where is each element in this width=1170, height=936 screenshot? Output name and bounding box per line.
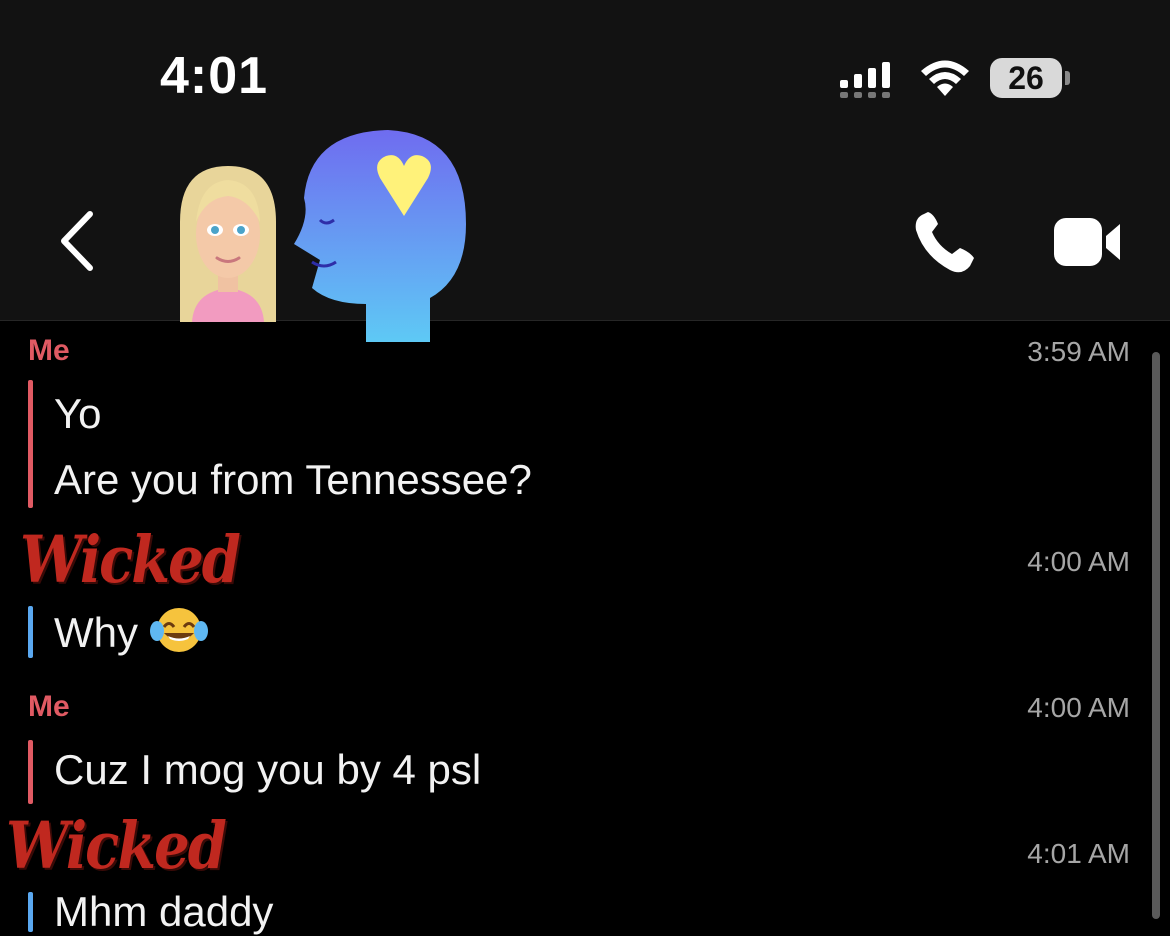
battery-indicator: 26: [990, 58, 1072, 100]
status-time: 4:01: [160, 47, 269, 105]
video-camera-icon[interactable]: [1052, 216, 1124, 268]
message-sender: Wicked: [6, 808, 227, 884]
message-sender: Me: [28, 334, 70, 367]
chat-header: 4:01 26: [0, 0, 1170, 342]
cellular-signal-icon: [840, 62, 890, 98]
face-with-tears-of-joy-icon: [150, 608, 208, 652]
battery-level: 26: [990, 58, 1062, 98]
message-accent-bar: [28, 892, 33, 932]
message-accent-bar: [28, 380, 33, 508]
message-text: Yo: [54, 390, 102, 437]
phone-icon[interactable]: [910, 208, 980, 278]
message-sender: Wicked: [20, 522, 241, 598]
scrollbar[interactable]: [1152, 352, 1160, 919]
message-line: Why: [54, 605, 208, 657]
message-timestamp: 3:59 AM: [1027, 336, 1130, 367]
message-accent-bar: [28, 606, 33, 658]
message-sender: Me: [28, 690, 70, 723]
chevron-left-icon[interactable]: [52, 206, 102, 276]
message-accent-bar: [28, 740, 33, 804]
message-text: Mhm daddy: [54, 888, 274, 935]
message-timestamp: 4:00 AM: [1027, 692, 1130, 723]
message-timestamp: 4:00 AM: [1027, 546, 1130, 577]
message-text: Are you from Tennessee?: [54, 456, 532, 503]
message-text: Cuz I mog you by 4 psl: [54, 746, 482, 793]
message-timestamp: 4:01 AM: [1027, 838, 1130, 869]
message-text: Why: [54, 609, 138, 656]
wifi-icon: [921, 60, 969, 96]
friend-bitmoji-avatar[interactable]: [170, 162, 286, 322]
mindful-head-icon: [294, 130, 466, 342]
